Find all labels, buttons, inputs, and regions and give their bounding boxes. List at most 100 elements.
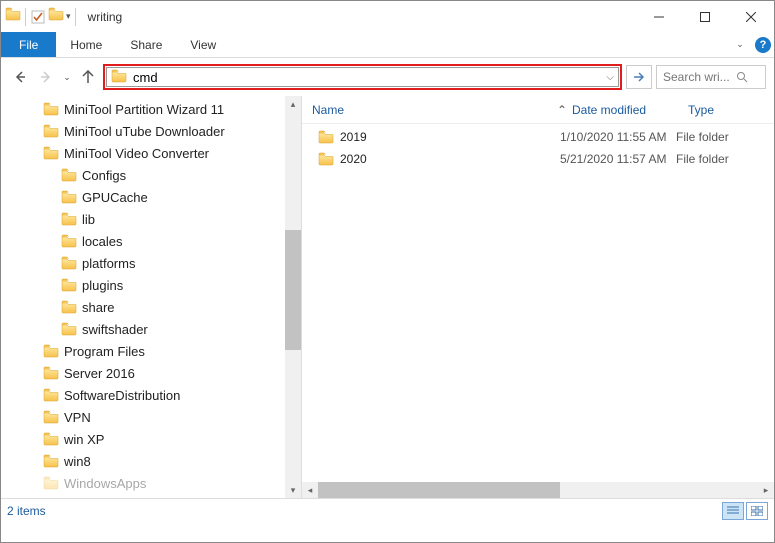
ribbon-expand-icon[interactable]: ⌄ — [728, 32, 752, 57]
go-button[interactable] — [626, 65, 652, 89]
folder-icon — [43, 432, 59, 446]
folder-icon — [43, 476, 59, 490]
help-icon: ? — [755, 37, 771, 53]
address-bar[interactable]: cmd ⌵ — [106, 67, 619, 87]
tree-item-label: Configs — [82, 168, 126, 183]
hscroll-thumb[interactable] — [318, 482, 560, 498]
search-placeholder: Search wri... — [663, 70, 730, 84]
help-button[interactable]: ? — [752, 32, 774, 57]
column-name[interactable]: Name — [312, 103, 552, 117]
qat-newfolder-icon[interactable] — [48, 7, 64, 26]
tree-item[interactable]: SoftwareDistribution — [11, 384, 301, 406]
folder-icon — [318, 130, 334, 144]
status-item-count: 2 items — [7, 504, 46, 518]
ribbon: File Home Share View ⌄ ? — [1, 32, 774, 58]
nav-tree[interactable]: MiniTool Partition Wizard 11 MiniTool uTu… — [1, 96, 301, 498]
address-dropdown-icon[interactable]: ⌵ — [606, 72, 614, 83]
folder-icon — [43, 388, 59, 402]
file-row[interactable]: 20191/10/2020 11:55 AMFile folder — [312, 126, 774, 148]
history-dropdown-icon[interactable]: ⌄ — [61, 72, 73, 83]
folder-icon — [61, 212, 77, 226]
details-view-icon — [727, 506, 739, 516]
folder-icon — [61, 278, 77, 292]
address-value: cmd — [133, 70, 158, 85]
tree-item[interactable]: swiftshader — [11, 318, 301, 340]
large-icons-icon — [751, 506, 763, 516]
tree-item[interactable]: win XP — [11, 428, 301, 450]
tree-item[interactable]: VPN — [11, 406, 301, 428]
up-button[interactable] — [77, 66, 99, 88]
tab-view[interactable]: View — [176, 32, 230, 57]
search-icon — [736, 71, 748, 83]
tree-item-label: MiniTool Partition Wizard 11 — [64, 102, 224, 117]
file-row[interactable]: 20205/21/2020 11:57 AMFile folder — [312, 148, 774, 170]
address-folder-icon — [111, 69, 127, 86]
folder-icon — [43, 366, 59, 380]
file-name: 2020 — [340, 152, 367, 166]
status-bar: 2 items — [1, 498, 774, 522]
large-icons-view-button[interactable] — [746, 502, 768, 520]
content-hscrollbar[interactable]: ◂ ▸ — [302, 482, 774, 498]
column-type[interactable]: Type — [688, 103, 774, 117]
tree-item[interactable]: MiniTool Video Converter — [11, 142, 301, 164]
tree-item[interactable]: win8 — [11, 450, 301, 472]
hscroll-left-icon[interactable]: ◂ — [302, 482, 318, 498]
tree-item[interactable]: lib — [11, 208, 301, 230]
tree-item-label: Server 2016 — [64, 366, 135, 381]
back-button[interactable] — [9, 66, 31, 88]
file-name: 2019 — [340, 130, 367, 144]
tree-item[interactable]: WindowsApps — [11, 472, 301, 494]
tree-item[interactable]: locales — [11, 230, 301, 252]
maximize-button[interactable] — [682, 1, 728, 32]
tree-item-label: plugins — [82, 278, 123, 293]
file-date: 5/21/2020 11:57 AM — [560, 152, 676, 166]
arrow-right-icon — [632, 70, 646, 84]
qat-properties-icon[interactable] — [30, 9, 46, 25]
tree-scrollbar-thumb[interactable] — [285, 230, 301, 350]
tab-share[interactable]: Share — [116, 32, 176, 57]
file-type: File folder — [676, 130, 774, 144]
tree-item[interactable]: platforms — [11, 252, 301, 274]
folder-icon — [43, 344, 59, 358]
tree-item[interactable]: Configs — [11, 164, 301, 186]
folder-icon — [43, 454, 59, 468]
tree-item-label: SoftwareDistribution — [64, 388, 180, 403]
tree-item-label: swiftshader — [82, 322, 148, 337]
tree-item-label: MiniTool Video Converter — [64, 146, 209, 161]
file-menu[interactable]: File — [1, 32, 56, 57]
folder-icon — [318, 152, 334, 166]
tree-item[interactable]: GPUCache — [11, 186, 301, 208]
tree-item[interactable]: Server 2016 — [11, 362, 301, 384]
navbar: ⌄ cmd ⌵ Search wri... — [1, 58, 774, 96]
qat-customize-icon[interactable]: ▾ — [66, 11, 71, 22]
minimize-button[interactable] — [636, 1, 682, 32]
folder-icon — [43, 410, 59, 424]
content-pane: Name ⌃ Date modified Type 20191/10/2020 … — [302, 96, 774, 498]
hscroll-right-icon[interactable]: ▸ — [758, 482, 774, 498]
tree-item[interactable]: plugins — [11, 274, 301, 296]
file-list[interactable]: 20191/10/2020 11:55 AMFile folder 2020 5/2… — [302, 124, 774, 482]
tab-home[interactable]: Home — [56, 32, 116, 57]
column-date[interactable]: Date modified — [572, 103, 688, 117]
folder-icon — [43, 102, 59, 116]
folder-icon — [61, 256, 77, 270]
tree-item-label: Program Files — [64, 344, 145, 359]
tree-item[interactable]: share — [11, 296, 301, 318]
tree-scroll-down-icon[interactable]: ▾ — [285, 482, 301, 498]
tree-item-label: lib — [82, 212, 95, 227]
tree-item-label: VPN — [64, 410, 91, 425]
tree-item-label: platforms — [82, 256, 135, 271]
tree-item[interactable]: MiniTool uTube Downloader — [11, 120, 301, 142]
titlebar: ▾ writing — [1, 1, 774, 32]
folder-icon — [61, 322, 77, 336]
folder-icon — [61, 300, 77, 314]
search-box[interactable]: Search wri... — [656, 65, 766, 89]
tree-item[interactable]: MiniTool Partition Wizard 11 — [11, 98, 301, 120]
tree-item[interactable]: Program Files — [11, 340, 301, 362]
details-view-button[interactable] — [722, 502, 744, 520]
forward-button[interactable] — [35, 66, 57, 88]
window-title: writing — [82, 10, 636, 24]
tree-scroll-up-icon[interactable]: ▴ — [285, 96, 301, 112]
close-button[interactable] — [728, 1, 774, 32]
folder-icon — [43, 146, 59, 160]
